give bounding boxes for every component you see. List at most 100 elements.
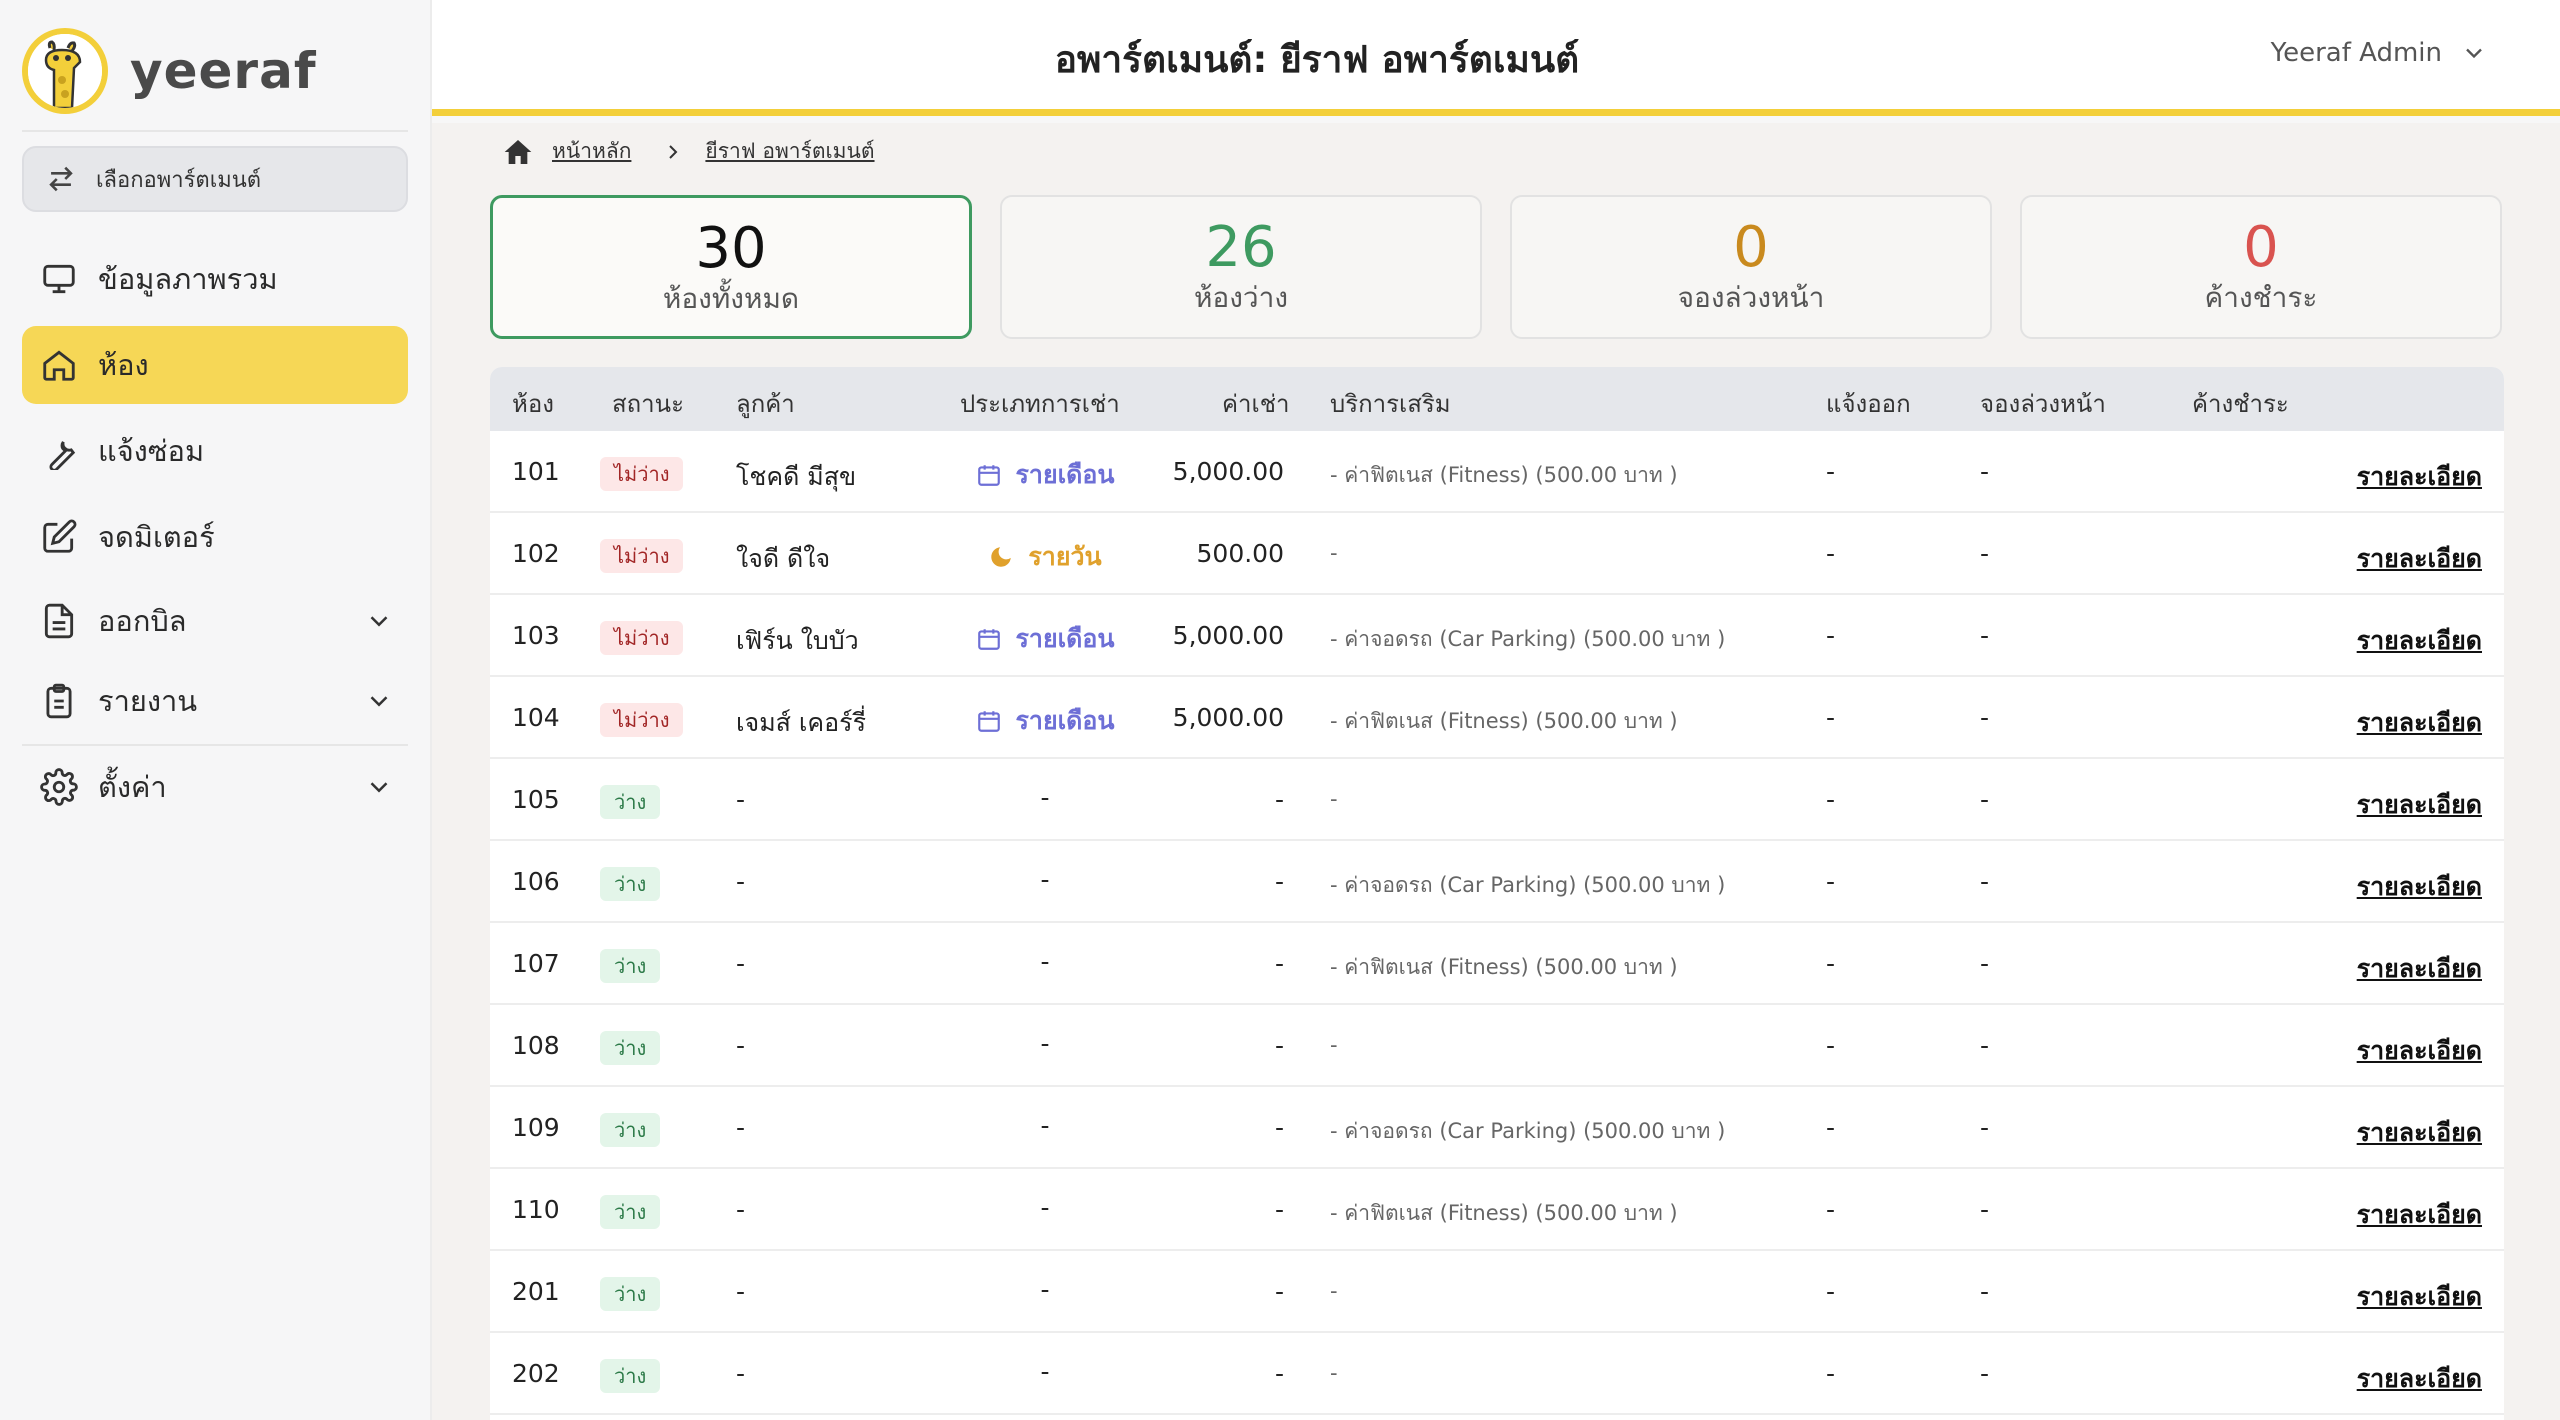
notice-value: - (1826, 785, 1836, 814)
notice-value: - (1826, 457, 1836, 486)
status-badge-label: ไม่ว่าง (600, 457, 684, 491)
table-row: 109 ว่าง - - - - ค่าจอดรถ (Car Parking) (500.… (490, 1087, 2504, 1169)
stat-card-vacant-rooms[interactable]: 26 ห้องว่าง (1000, 195, 1482, 339)
booking-value: - (1980, 1277, 1990, 1306)
breadcrumb: หน้าหลัก ยีราฟ อพาร์ตเมนต์ (502, 135, 875, 168)
booking-value: - (1980, 1113, 1990, 1142)
details-link[interactable]: รายละเอียด (2357, 949, 2482, 989)
status-badge-label: ว่าง (600, 1031, 661, 1065)
room-number: 105 (512, 785, 560, 814)
status-badge: ไม่ว่าง (600, 457, 684, 491)
sidebar-item-rooms[interactable]: ห้อง (22, 326, 408, 404)
services-text: - ค่าฟิตเนส (Fitness) (500.00 บาท ) (1330, 1201, 1678, 1225)
rent-type-label: - (1040, 783, 1050, 812)
edit-icon (43, 519, 77, 553)
rent-amount: - (1274, 1277, 1284, 1306)
details-link[interactable]: รายละเอียด (2357, 539, 2482, 579)
customer-name: - (736, 785, 746, 814)
services-text: - (1330, 1361, 1338, 1385)
stat-card-total-rooms[interactable]: 30 ห้องทั้งหมด (490, 195, 972, 339)
rent-amount: - (1274, 785, 1284, 814)
breadcrumb-current-link[interactable]: ยีราฟ อพาร์ตเมนต์ (705, 135, 874, 168)
select-apartment-button[interactable]: เลือกอพาร์ตเมนต์ (22, 146, 408, 212)
status-badge-label: ไม่ว่าง (600, 539, 684, 573)
services-text: - ค่าฟิตเนส (Fitness) (500.00 บาท ) (1330, 709, 1678, 733)
details-link[interactable]: รายละเอียด (2357, 621, 2482, 661)
details-link[interactable]: รายละเอียด (2357, 1113, 2482, 1153)
sidebar-item-label: ห้อง (98, 348, 149, 382)
customer-name: - (736, 1195, 746, 1224)
status-badge: ว่าง (600, 867, 661, 901)
rent-amount: - (1274, 1359, 1284, 1388)
rooms-table: ห้อง สถานะ ลูกค้า ประเภทการเช่า ค่าเช่า … (490, 367, 2504, 1420)
details-link[interactable]: รายละเอียด (2357, 1277, 2482, 1317)
services-text: - (1330, 1279, 1338, 1303)
status-badge-label: ว่าง (600, 785, 661, 819)
stat-value: 0 (1733, 215, 1769, 280)
details-link[interactable]: รายละเอียด (2357, 457, 2482, 497)
customer-name: - (736, 1031, 746, 1060)
status-badge: ว่าง (600, 949, 661, 983)
status-badge: ว่าง (600, 785, 661, 819)
booking-value: - (1980, 1359, 1990, 1388)
customer-name: - (736, 949, 746, 978)
services-text: - ค่าฟิตเนส (Fitness) (500.00 บาท ) (1330, 463, 1678, 487)
details-link[interactable]: รายละเอียด (2357, 1195, 2482, 1235)
stat-card-overdue[interactable]: 0 ค้างชำระ (2020, 195, 2502, 339)
sidebar-item-billing[interactable]: ออกบิล (22, 582, 408, 660)
customer-name: - (736, 1277, 746, 1306)
sidebar-item-overview[interactable]: ข้อมูลภาพรวม (22, 240, 408, 318)
rent-type-cell: - (950, 947, 1140, 976)
services-text: - ค่าจอดรถ (Car Parking) (500.00 บาท ) (1330, 1119, 1726, 1143)
stat-card-booked[interactable]: 0 จองล่วงหน้า (1510, 195, 1992, 339)
notice-value: - (1826, 1277, 1836, 1306)
booking-value: - (1980, 949, 1990, 978)
services-text: - ค่าจอดรถ (Car Parking) (500.00 บาท ) (1330, 627, 1726, 651)
status-badge: ไม่ว่าง (600, 539, 684, 573)
rent-type-label: รายเดือน (1015, 460, 1115, 489)
rent-type-cell: รายเดือน (950, 455, 1140, 495)
column-header-services: บริการเสริม (1330, 390, 1451, 418)
customer-name: - (736, 867, 746, 896)
rent-type-cell: - (950, 1193, 1140, 1222)
rent-type-cell: รายวัน (950, 537, 1140, 577)
details-link[interactable]: รายละเอียด (2357, 867, 2482, 907)
rent-amount: - (1274, 1195, 1284, 1224)
notice-value: - (1826, 949, 1836, 978)
details-link[interactable]: รายละเอียด (2357, 1031, 2482, 1071)
swap-arrows-icon (49, 166, 73, 192)
rent-type-label: รายวัน (1028, 542, 1102, 571)
sidebar-item-repair[interactable]: แจ้งซ่อม (22, 412, 408, 490)
status-badge: ไม่ว่าง (600, 621, 684, 655)
wrench-icon (49, 441, 76, 470)
booking-value: - (1980, 703, 1990, 732)
sidebar-item-settings[interactable]: ตั้งค่า (22, 748, 408, 826)
customer-name: เฟิร์น ใบบัว (736, 626, 859, 655)
sidebar-item-meter[interactable]: จดมิเตอร์ (22, 498, 408, 576)
rent-type-cell: - (950, 865, 1140, 894)
notice-value: - (1826, 1195, 1836, 1224)
status-badge: ว่าง (600, 1113, 661, 1147)
user-menu[interactable]: Yeeraf Admin (2271, 38, 2488, 68)
column-header-overdue: ค้างชำระ (2192, 390, 2289, 418)
home-icon[interactable] (502, 136, 534, 168)
calendar-icon (977, 465, 1000, 486)
table-row: 106 ว่าง - - - - ค่าจอดรถ (Car Parking) (500.… (490, 841, 2504, 923)
room-number: 101 (512, 457, 560, 486)
sidebar-item-reports[interactable]: รายงาน (22, 662, 408, 740)
page-title: อพาร์ตเมนต์: ยีราฟ อพาร์ตเมนต์ (1054, 38, 1580, 81)
notice-value: - (1826, 1113, 1836, 1142)
chevron-down-icon (370, 782, 388, 793)
details-link[interactable]: รายละเอียด (2357, 785, 2482, 825)
table-row: 104 ไม่ว่าง เจมส์ เคอร์รี่ รายเดือน 5,000.00… (490, 677, 2504, 759)
column-header-room: ห้อง (512, 390, 554, 418)
room-number: 106 (512, 867, 560, 896)
booking-value: - (1980, 1195, 1990, 1224)
rent-type-label: - (1040, 1029, 1050, 1058)
table-row: 202 ว่าง - - - - - - รายละเอียด (490, 1333, 2504, 1415)
logo[interactable]: yeeraf (22, 28, 317, 114)
details-link[interactable]: รายละเอียด (2357, 1359, 2482, 1399)
breadcrumb-home-link[interactable]: หน้าหลัก (552, 135, 631, 168)
status-badge: ว่าง (600, 1031, 661, 1065)
details-link[interactable]: รายละเอียด (2357, 703, 2482, 743)
